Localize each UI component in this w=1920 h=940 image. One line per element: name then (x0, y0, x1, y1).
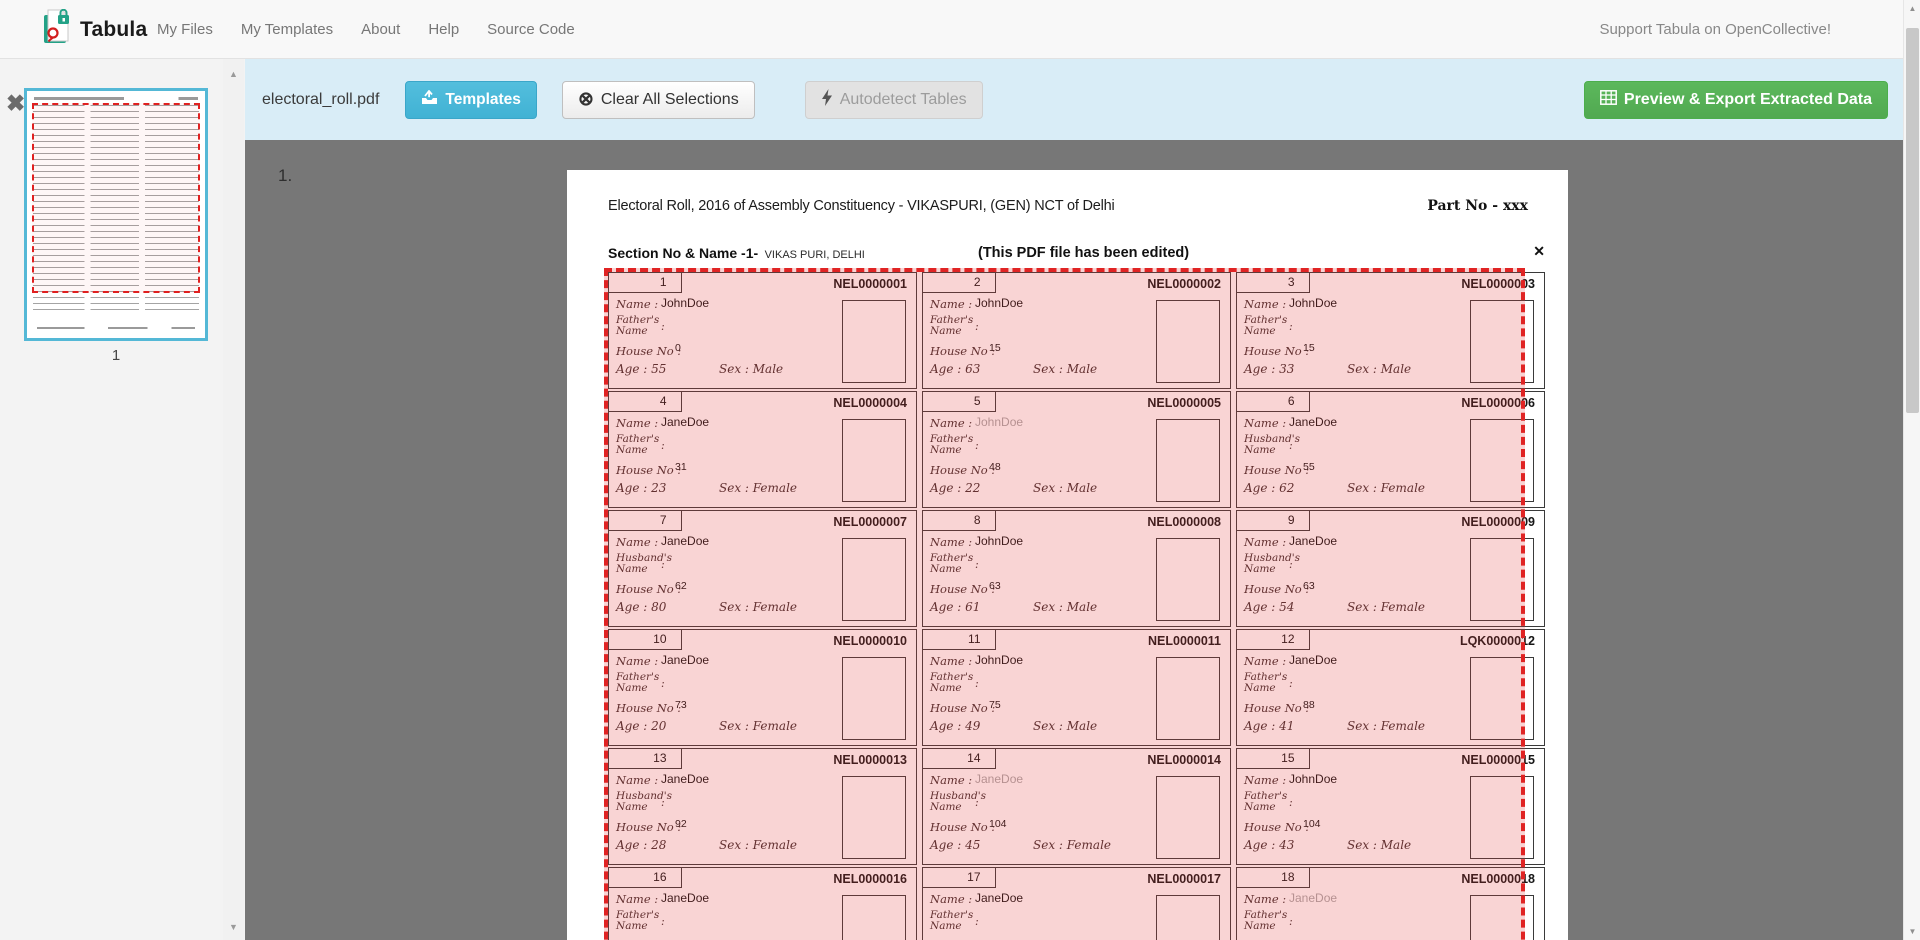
document-filename: electoral_roll.pdf (262, 91, 379, 109)
navbar: Tabula My Files My Templates About Help … (0, 0, 1920, 59)
app-title: Tabula (80, 18, 147, 42)
selection-close-icon[interactable]: ✕ (1533, 243, 1545, 260)
page-marker: 1. (278, 166, 292, 186)
clear-label: Clear All Selections (601, 91, 739, 109)
sidebar-scrollbar[interactable]: ▲ ▼ (223, 59, 244, 940)
nav-about[interactable]: About (347, 0, 414, 59)
scroll-down-icon[interactable]: ▼ (1904, 927, 1920, 936)
nav-my-files[interactable]: My Files (143, 0, 227, 59)
templates-label: Templates (445, 91, 521, 109)
main-nav: My Files My Templates About Help Source … (143, 0, 589, 59)
thumbnail-selection-overlay (32, 103, 200, 293)
preview-export-button[interactable]: Preview & Export Extracted Data (1584, 81, 1888, 119)
thumbnail-page-number: 1 (24, 347, 208, 364)
app-body: ✖ 1 ▲ ▼ electoral_roll.pdf (0, 59, 1920, 940)
section-value: VIKAS PURI, DELHI (765, 249, 865, 261)
pdf-page[interactable]: Electoral Roll, 2016 of Assembly Constit… (567, 170, 1568, 940)
table-icon (1600, 90, 1617, 110)
nav-source-code[interactable]: Source Code (473, 0, 589, 59)
document-canvas[interactable]: 1. Electoral Roll, 2016 of Assembly Cons… (245, 140, 1903, 940)
autodetect-label: Autodetect Tables (840, 91, 967, 109)
scroll-down-icon[interactable]: ▼ (223, 922, 244, 932)
browser-scrollbar[interactable]: ▲ ▼ (1903, 0, 1920, 940)
section-label: Section No & Name -1- (608, 245, 758, 261)
page-thumbnail[interactable] (24, 88, 208, 341)
templates-icon (421, 90, 438, 110)
templates-button[interactable]: Templates (405, 81, 537, 119)
edited-note: (This PDF file has been edited) (978, 245, 1189, 261)
clear-icon: ⊗ (578, 90, 594, 109)
export-label: Preview & Export Extracted Data (1624, 91, 1872, 109)
thumbnail-footer-line (37, 327, 195, 329)
scroll-up-icon[interactable]: ▲ (1904, 4, 1920, 13)
thumbnail-header-lines (34, 97, 198, 100)
scroll-up-icon[interactable]: ▲ (223, 69, 244, 79)
clear-all-selections-button[interactable]: ⊗ Clear All Selections (562, 81, 755, 119)
pdf-part-number: Part No - xxx (1427, 198, 1528, 214)
page-thumbnails-sidebar: ✖ 1 ▲ ▼ (0, 59, 245, 940)
tabula-logo-icon (42, 9, 72, 50)
nav-my-templates[interactable]: My Templates (227, 0, 347, 59)
support-link[interactable]: Support Tabula on OpenCollective! (1599, 0, 1831, 59)
nav-help[interactable]: Help (414, 0, 473, 59)
scrollbar-thumb[interactable] (1906, 28, 1919, 413)
autodetect-tables-button[interactable]: Autodetect Tables (805, 81, 983, 119)
toolbar: electoral_roll.pdf Templates ⊗ Clear All… (245, 59, 1903, 140)
main-area: electoral_roll.pdf Templates ⊗ Clear All… (245, 59, 1903, 940)
remove-page-icon[interactable]: ✖ (6, 92, 25, 115)
selection-overlay[interactable] (604, 268, 1525, 940)
pdf-title: Electoral Roll, 2016 of Assembly Constit… (608, 198, 1115, 214)
brand[interactable]: Tabula (42, 0, 147, 59)
lightning-bolt-icon (821, 89, 833, 111)
